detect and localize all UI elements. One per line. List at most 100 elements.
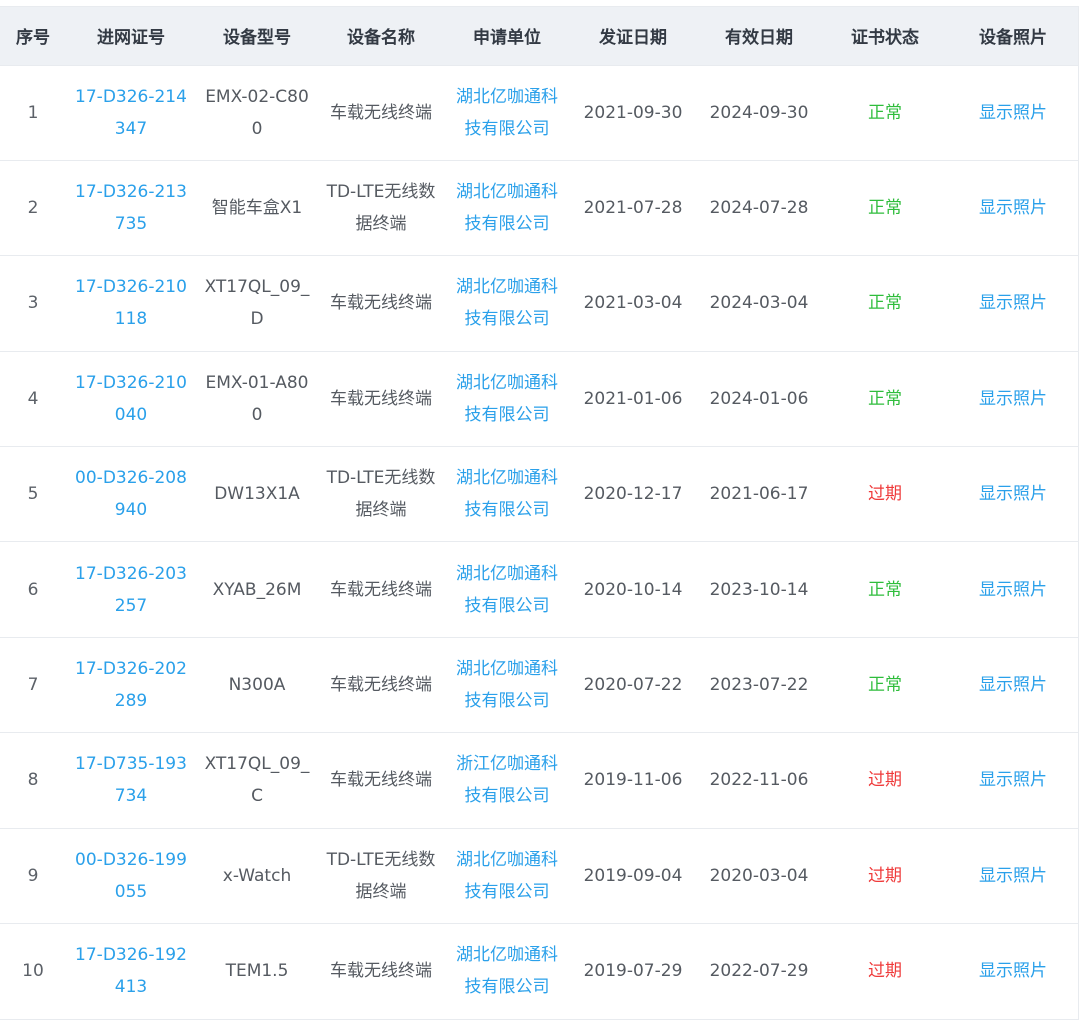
device-name: TD-LTE无线数据终端 xyxy=(326,849,436,902)
applicant-link[interactable]: 湖北亿咖通科技有限公司 xyxy=(444,351,570,446)
device-name: 车载无线终端 xyxy=(330,770,432,791)
applicant-link[interactable]: 湖北亿咖通科技有限公司 xyxy=(444,542,570,637)
issue-date: 2020-10-14 xyxy=(583,579,683,600)
show-photo-link[interactable]: 显示照片 xyxy=(948,160,1078,255)
valid-date: 2022-11-06 xyxy=(709,770,809,791)
device-model: DW13X1A xyxy=(214,484,300,505)
device-name: 车载无线终端 xyxy=(330,961,432,982)
table-row: 1 17-D326-214347 EMX-02-C800 车载无线终端 湖北亿咖通科技有… xyxy=(0,65,1078,160)
device-model: XYAB_26M xyxy=(212,579,302,600)
cert-number-link[interactable]: 17-D326-202289 xyxy=(66,637,196,732)
row-index: 7 xyxy=(27,675,39,696)
row-index: 9 xyxy=(27,865,39,886)
cert-number-link[interactable]: 17-D326-214347 xyxy=(66,65,196,160)
status-badge: 正常 xyxy=(868,675,902,696)
device-name: TD-LTE无线数据终端 xyxy=(326,468,436,521)
table-row: 9 00-D326-199055 x-Watch TD-LTE无线数据终端 湖北亿咖通科… xyxy=(0,828,1078,923)
show-photo-link[interactable]: 显示照片 xyxy=(948,733,1078,828)
show-photo-link[interactable]: 显示照片 xyxy=(948,256,1078,351)
status-badge: 过期 xyxy=(868,484,902,505)
device-model: TEM1.5 xyxy=(225,961,289,982)
valid-date: 2024-01-06 xyxy=(709,388,809,409)
table-row: 2 17-D326-213735 智能车盒X1 TD-LTE无线数据终端 湖北亿咖通科技… xyxy=(0,160,1078,255)
applicant-link[interactable]: 湖北亿咖通科技有限公司 xyxy=(444,637,570,732)
certificate-table: 序号 进网证号 设备型号 设备名称 申请单位 发证日期 有效日期 证书状态 设备… xyxy=(0,7,1078,1019)
issue-date: 2019-11-06 xyxy=(583,770,683,791)
header-row: 序号 进网证号 设备型号 设备名称 申请单位 发证日期 有效日期 证书状态 设备… xyxy=(0,7,1078,65)
cert-number-link[interactable]: 17-D326-203257 xyxy=(66,542,196,637)
applicant-link[interactable]: 湖北亿咖通科技有限公司 xyxy=(444,924,570,1019)
status-badge: 过期 xyxy=(868,770,902,791)
header-device-name: 设备名称 xyxy=(347,28,415,49)
row-index: 1 xyxy=(27,102,39,123)
issue-date: 2020-12-17 xyxy=(583,484,683,505)
device-name: 车载无线终端 xyxy=(330,675,432,696)
header-cert-status: 证书状态 xyxy=(851,28,919,49)
row-index: 6 xyxy=(27,579,39,600)
cert-number-link[interactable]: 17-D735-193734 xyxy=(66,733,196,828)
show-photo-link[interactable]: 显示照片 xyxy=(948,924,1078,1019)
device-name: 车载无线终端 xyxy=(330,102,432,123)
device-model: XT17QL_09_D xyxy=(204,277,310,330)
issue-date: 2021-03-04 xyxy=(583,293,683,314)
row-index: 8 xyxy=(27,770,39,791)
device-model: x-Watch xyxy=(222,865,292,886)
issue-date: 2019-07-29 xyxy=(583,961,683,982)
cert-number-link[interactable]: 17-D326-213735 xyxy=(66,160,196,255)
show-photo-link[interactable]: 显示照片 xyxy=(948,447,1078,542)
status-badge: 正常 xyxy=(868,579,902,600)
show-photo-link[interactable]: 显示照片 xyxy=(948,65,1078,160)
device-name: 车载无线终端 xyxy=(330,293,432,314)
cert-number-link[interactable]: 17-D326-192413 xyxy=(66,924,196,1019)
table-row: 3 17-D326-210118 XT17QL_09_D 车载无线终端 湖北亿咖通科技有… xyxy=(0,255,1078,351)
device-name: TD-LTE无线数据终端 xyxy=(326,182,436,235)
header-valid-date: 有效日期 xyxy=(725,28,793,49)
header-cert-number: 进网证号 xyxy=(97,28,165,49)
device-model: N300A xyxy=(228,675,286,696)
table-row: 10 17-D326-192413 TEM1.5 车载无线终端 湖北亿咖通科技有限公司 2… xyxy=(0,923,1078,1019)
status-badge: 正常 xyxy=(868,102,902,123)
table-row: 6 17-D326-203257 XYAB_26M 车载无线终端 湖北亿咖通科技有限公司… xyxy=(0,541,1078,637)
header-device-photo: 设备照片 xyxy=(979,28,1047,49)
header-applicant: 申请单位 xyxy=(473,28,541,49)
table-header: 序号 进网证号 设备型号 设备名称 申请单位 发证日期 有效日期 证书状态 设备… xyxy=(0,7,1078,65)
header-device-model: 设备型号 xyxy=(223,28,291,49)
applicant-link[interactable]: 浙江亿咖通科技有限公司 xyxy=(444,733,570,828)
status-badge: 过期 xyxy=(868,961,902,982)
device-name: 车载无线终端 xyxy=(330,388,432,409)
valid-date: 2024-03-04 xyxy=(709,293,809,314)
header-index: 序号 xyxy=(16,28,50,49)
status-badge: 正常 xyxy=(868,198,902,219)
cert-number-link[interactable]: 17-D326-210118 xyxy=(66,256,196,351)
issue-date: 2021-09-30 xyxy=(583,102,683,123)
table-row: 8 17-D735-193734 XT17QL_09_C 车载无线终端 浙江亿咖通科技有… xyxy=(0,732,1078,828)
row-index: 5 xyxy=(27,484,39,505)
show-photo-link[interactable]: 显示照片 xyxy=(948,828,1078,923)
applicant-link[interactable]: 湖北亿咖通科技有限公司 xyxy=(444,160,570,255)
valid-date: 2020-03-04 xyxy=(709,865,809,886)
row-index: 4 xyxy=(27,388,39,409)
status-badge: 正常 xyxy=(868,293,902,314)
applicant-link[interactable]: 湖北亿咖通科技有限公司 xyxy=(444,828,570,923)
show-photo-link[interactable]: 显示照片 xyxy=(948,637,1078,732)
cert-number-link[interactable]: 00-D326-208940 xyxy=(66,447,196,542)
cert-number-link[interactable]: 00-D326-199055 xyxy=(66,828,196,923)
status-badge: 正常 xyxy=(868,388,902,409)
applicant-link[interactable]: 湖北亿咖通科技有限公司 xyxy=(444,256,570,351)
issue-date: 2020-07-22 xyxy=(583,675,683,696)
table-row: 5 00-D326-208940 DW13X1A TD-LTE无线数据终端 湖北亿咖通科… xyxy=(0,446,1078,542)
show-photo-link[interactable]: 显示照片 xyxy=(948,351,1078,446)
device-model: EMX-01-A800 xyxy=(205,372,309,425)
status-badge: 过期 xyxy=(868,865,902,886)
row-index: 10 xyxy=(22,961,44,982)
row-index: 3 xyxy=(27,293,39,314)
issue-date: 2019-09-04 xyxy=(583,865,683,886)
show-photo-link[interactable]: 显示照片 xyxy=(948,542,1078,637)
device-model: XT17QL_09_C xyxy=(204,754,310,807)
valid-date: 2022-07-29 xyxy=(709,961,809,982)
cert-number-link[interactable]: 17-D326-210040 xyxy=(66,351,196,446)
device-model: EMX-02-C800 xyxy=(205,86,309,139)
valid-date: 2024-09-30 xyxy=(709,102,809,123)
applicant-link[interactable]: 湖北亿咖通科技有限公司 xyxy=(444,65,570,160)
applicant-link[interactable]: 湖北亿咖通科技有限公司 xyxy=(444,447,570,542)
